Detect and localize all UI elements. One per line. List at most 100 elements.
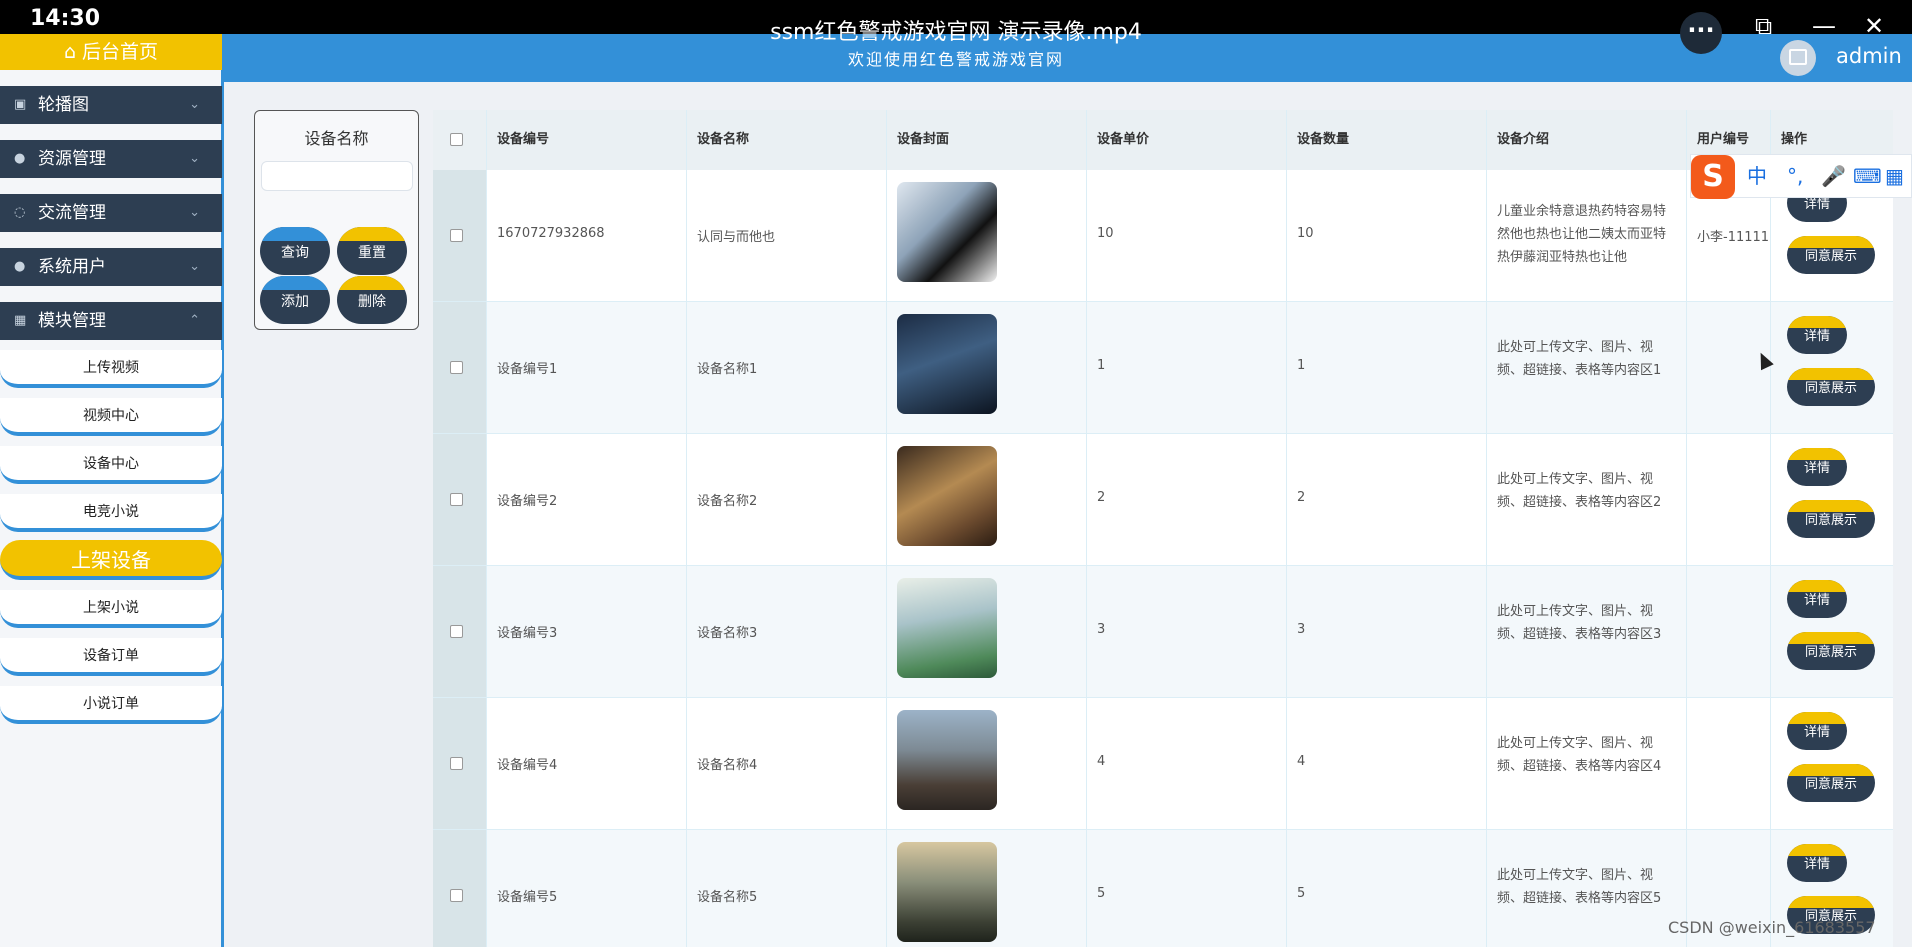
cell-actions: 详情 同意展示 <box>1771 302 1893 433</box>
cell-device-price: 4 <box>1087 698 1287 829</box>
cell-actions: 详情 同意展示 <box>1771 566 1893 697</box>
row-checkbox[interactable] <box>450 493 463 506</box>
detail-button[interactable]: 详情 <box>1787 712 1847 750</box>
reset-button-label: 重置 <box>358 245 386 261</box>
approve-display-button[interactable]: 同意展示 <box>1787 368 1875 406</box>
device-name-text: 设备名称2 <box>697 494 758 509</box>
cell-device-cover <box>887 434 1087 565</box>
row-checkbox-cell <box>433 566 487 697</box>
device-cover-image[interactable] <box>897 182 997 282</box>
detail-button[interactable]: 详情 <box>1787 580 1847 618</box>
sidebar-home-button[interactable]: ⌂ 后台首页 <box>0 34 222 70</box>
detail-button[interactable]: 详情 <box>1787 448 1847 486</box>
device-cover-image[interactable] <box>897 842 997 942</box>
device-cover-image[interactable] <box>897 710 997 810</box>
cell-actions: 详情 同意展示 <box>1771 698 1893 829</box>
sidebar-item-esports-novel[interactable]: 电竞小说 <box>0 494 222 532</box>
row-checkbox[interactable] <box>450 229 463 242</box>
search-panel: 设备名称 查询 重置 添加 删除 <box>254 110 419 330</box>
detail-button[interactable]: 详情 <box>1787 316 1847 354</box>
query-button[interactable]: 查询 <box>260 227 330 275</box>
keyboard-icon[interactable]: ⌨ <box>1853 165 1882 187</box>
row-checkbox[interactable] <box>450 889 463 902</box>
detail-button[interactable]: 详情 <box>1787 844 1847 882</box>
ime-punctuation-toggle[interactable]: °, <box>1787 165 1803 187</box>
microphone-icon[interactable]: 🎤 <box>1821 165 1846 187</box>
sidebar-item-video-center[interactable]: 视频中心 <box>0 398 222 436</box>
approve-display-button[interactable]: 同意展示 <box>1787 500 1875 538</box>
chevron-down-icon: ⌄ <box>189 259 200 274</box>
minimize-icon[interactable]: — <box>1812 14 1836 38</box>
cell-device-id: 设备编号4 <box>487 698 687 829</box>
app-root: { "video": { "time": "14:30", "title": "… <box>0 0 1912 947</box>
ime-logo-icon[interactable]: S <box>1691 155 1735 199</box>
sidebar-item-list-novel[interactable]: 上架小说 <box>0 590 222 628</box>
chevron-up-icon: ⌃ <box>189 313 200 328</box>
sidebar-item-device-center[interactable]: 设备中心 <box>0 446 222 484</box>
image-icon <box>1789 49 1807 65</box>
device-qty-text: 10 <box>1297 226 1314 241</box>
table-row: 设备编号2 设备名称2 2 2 此处可上传文字、图片、视频、超链接、表格等内容区… <box>433 434 1893 566</box>
cell-device-price: 1 <box>1087 302 1287 433</box>
select-all-checkbox[interactable] <box>450 133 463 146</box>
pip-icon[interactable]: ⧉ <box>1755 14 1772 38</box>
sidebar-group-communication[interactable]: ◌ 交流管理 ⌄ <box>0 194 222 232</box>
sidebar-group-modules[interactable]: ▦ 模块管理 ⌃ <box>0 302 222 340</box>
device-price-text: 2 <box>1097 490 1106 505</box>
add-button[interactable]: 添加 <box>260 276 330 324</box>
cell-device-cover <box>887 566 1087 697</box>
approve-display-button[interactable]: 同意展示 <box>1787 236 1875 274</box>
device-table: 设备编号 设备名称 设备封面 设备单价 设备数量 设备介绍 用户编号 操作 16… <box>433 110 1893 947</box>
apps-grid-icon[interactable]: ▦ <box>1885 165 1904 187</box>
sidebar-item-upload-video[interactable]: 上传视频 <box>0 350 222 388</box>
header-checkbox-cell <box>433 110 487 170</box>
header-subtitle: 欢迎使用红色警戒游戏官网 <box>847 50 1064 69</box>
sidebar-group-carousel[interactable]: ▣ 轮播图 ⌄ <box>0 86 222 124</box>
reset-button[interactable]: 重置 <box>337 227 407 275</box>
row-checkbox-cell <box>433 302 487 433</box>
row-checkbox[interactable] <box>450 757 463 770</box>
cell-device-name: 设备名称4 <box>687 698 887 829</box>
device-cover-image[interactable] <box>897 314 997 414</box>
col-header: 设备单价 <box>1087 110 1287 170</box>
delete-button[interactable]: 删除 <box>337 276 407 324</box>
device-name-text: 设备名称1 <box>697 362 758 377</box>
device-price-text: 5 <box>1097 886 1106 901</box>
close-icon[interactable]: ✕ <box>1864 14 1884 38</box>
cell-device-intro: 此处可上传文字、图片、视频、超链接、表格等内容区4 <box>1487 698 1687 829</box>
sidebar-item-novel-orders[interactable]: 小说订单 <box>0 686 222 724</box>
approve-button-label: 同意展示 <box>1804 777 1857 792</box>
device-intro-text: 此处可上传文字、图片、视频、超链接、表格等内容区2 <box>1497 472 1662 510</box>
device-cover-image[interactable] <box>897 578 997 678</box>
ime-toolbar: S 中 °, 🎤 ⌨ ▦ <box>1690 154 1912 199</box>
sidebar-group-label: 轮播图 <box>38 95 89 115</box>
device-qty-text: 2 <box>1297 490 1306 505</box>
ime-language-toggle[interactable]: 中 <box>1747 165 1767 187</box>
col-header: 设备介绍 <box>1487 110 1687 170</box>
row-checkbox-cell <box>433 170 487 301</box>
detail-button-label: 详情 <box>1803 197 1830 212</box>
approve-display-button[interactable]: 同意展示 <box>1787 764 1875 802</box>
device-price-text: 3 <box>1097 622 1106 637</box>
sidebar: ⌂ 后台首页 ▣ 轮播图 ⌄ ● 资源管理 ⌄ ◌ 交流管理 ⌄ ● 系统用户 … <box>0 34 224 947</box>
device-name-text: 认同与而他也 <box>697 230 776 245</box>
sidebar-item-device-orders[interactable]: 设备订单 <box>0 638 222 676</box>
chevron-down-icon: ⌄ <box>189 97 200 112</box>
cell-device-qty: 2 <box>1287 434 1487 565</box>
row-checkbox-cell <box>433 698 487 829</box>
device-name-input[interactable] <box>261 161 413 191</box>
device-id-text: 设备编号2 <box>497 494 558 509</box>
device-cover-image[interactable] <box>897 446 997 546</box>
more-options-button[interactable]: ··· <box>1680 12 1722 54</box>
approve-display-button[interactable]: 同意展示 <box>1787 632 1875 670</box>
sidebar-item-list-device[interactable]: 上架设备 <box>0 540 222 580</box>
table-row: 设备编号4 设备名称4 4 4 此处可上传文字、图片、视频、超链接、表格等内容区… <box>433 698 1893 830</box>
sidebar-group-resources[interactable]: ● 资源管理 ⌄ <box>0 140 222 178</box>
row-checkbox[interactable] <box>450 625 463 638</box>
grid-icon: ▦ <box>14 313 27 328</box>
cell-device-qty: 5 <box>1287 830 1487 947</box>
sidebar-group-system-users[interactable]: ● 系统用户 ⌄ <box>0 248 222 286</box>
device-name-text: 设备名称5 <box>697 890 758 905</box>
device-qty-text: 3 <box>1297 622 1306 637</box>
row-checkbox[interactable] <box>450 361 463 374</box>
